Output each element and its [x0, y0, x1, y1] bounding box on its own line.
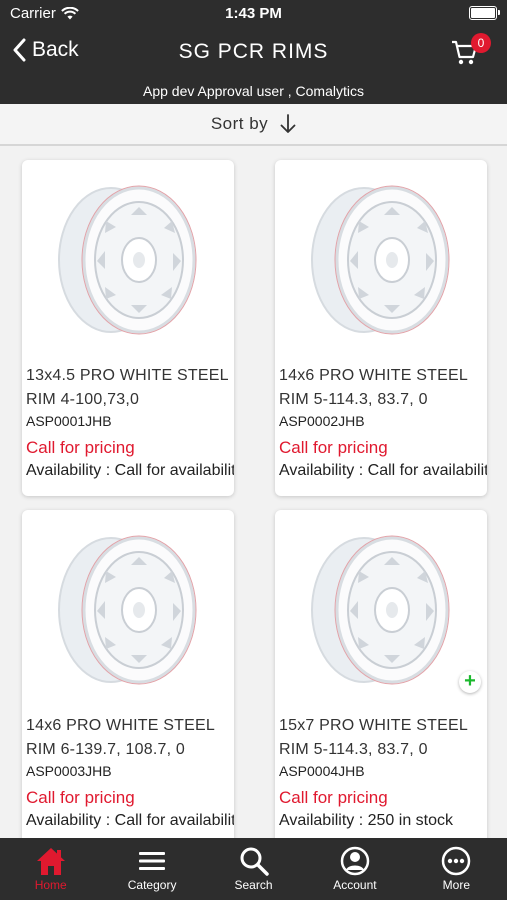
status-bar: Carrier 1:43 PM: [0, 0, 507, 28]
tab-search[interactable]: Search: [203, 838, 304, 900]
battery-icon: [469, 6, 500, 20]
wheel-image: [58, 535, 197, 685]
product-card[interactable]: 14x6 PRO WHITE STEEL RIM 5-114.3, 83.7, …: [275, 160, 487, 496]
sort-label: Sort by: [210, 114, 269, 133]
product-sku: ASP0002JHB: [279, 413, 365, 429]
page-title: SG PCR RIMS: [178, 40, 329, 63]
cart-count-badge: 0: [471, 33, 491, 53]
product-name: 15x7 PRO WHITE STEEL RIM 5-114.3, 83.7, …: [279, 717, 468, 758]
product-name: 14x6 PRO WHITE STEEL RIM 5-114.3, 83.7, …: [279, 367, 468, 408]
product-image: [275, 160, 487, 360]
tab-category[interactable]: Category: [101, 838, 202, 900]
product-price: Call for pricing: [279, 438, 388, 457]
product-price: Call for pricing: [279, 788, 388, 807]
tab-bar: Home Category Search Account More: [0, 838, 507, 900]
home-icon: [36, 848, 65, 875]
navigation-bar: Back SG PCR RIMS 0 App dev Approval user…: [0, 28, 507, 104]
product-availability: Availability : Call for availability: [26, 812, 234, 829]
sort-button[interactable]: Sort by: [0, 104, 507, 146]
menu-icon: [139, 852, 166, 870]
add-to-cart-button[interactable]: +: [459, 671, 481, 693]
product-name: 14x6 PRO WHITE STEEL RIM 6-139.7, 108.7,…: [26, 717, 215, 758]
tab-home[interactable]: Home: [0, 838, 101, 900]
status-time: 1:43 PM: [225, 5, 282, 22]
wheel-image: [311, 535, 450, 685]
product-card[interactable]: + 15x7 PRO WHITE STEEL RIM 5-114.3, 83.7…: [275, 510, 487, 838]
product-grid: 13x4.5 PRO WHITE STEEL RIM 4-100,73,0 AS…: [0, 148, 507, 838]
tab-label: Search: [234, 878, 273, 892]
product-sku: ASP0003JHB: [26, 763, 112, 779]
wheel-image: [58, 185, 197, 335]
tab-label: Category: [127, 878, 177, 892]
search-icon: [240, 847, 269, 876]
product-sku: ASP0004JHB: [279, 763, 365, 779]
product-price: Call for pricing: [26, 438, 135, 457]
product-card[interactable]: 13x4.5 PRO WHITE STEEL RIM 4-100,73,0 AS…: [22, 160, 234, 496]
product-image: [275, 510, 487, 710]
product-sku: ASP0001JHB: [26, 413, 112, 429]
product-availability: Availability : Call for availability: [26, 462, 234, 479]
product-card[interactable]: 14x6 PRO WHITE STEEL RIM 6-139.7, 108.7,…: [22, 510, 234, 838]
product-availability: Availability : 250 in stock: [279, 812, 454, 829]
more-icon: [442, 846, 471, 876]
tab-more[interactable]: More: [406, 838, 507, 900]
account-icon: [340, 846, 370, 876]
arrow-down-icon: [280, 114, 296, 133]
wheel-image: [311, 185, 450, 335]
product-price: Call for pricing: [26, 788, 135, 807]
plus-icon: +: [464, 670, 476, 692]
tab-label: Home: [34, 878, 67, 892]
product-image: [22, 160, 234, 360]
product-availability: Availability : Call for availability: [279, 462, 487, 479]
tab-account[interactable]: Account: [304, 838, 405, 900]
product-name: 13x4.5 PRO WHITE STEEL RIM 4-100,73,0: [26, 367, 229, 408]
tab-label: Account: [333, 878, 377, 892]
user-info: App dev Approval user , Comalytics: [143, 83, 364, 99]
product-image: [22, 510, 234, 710]
tab-label: More: [442, 878, 470, 892]
